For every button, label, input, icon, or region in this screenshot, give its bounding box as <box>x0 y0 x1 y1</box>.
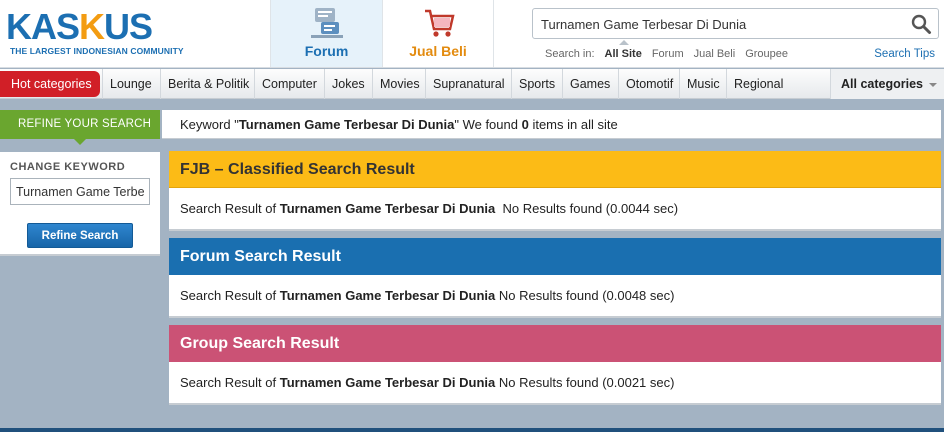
all-categories-label: All categories <box>841 77 923 91</box>
keyword-result-count: 0 <box>521 117 529 132</box>
kaskus-logo[interactable]: KASKUS THE LARGEST INDONESIAN COMMUNITY <box>6 8 186 60</box>
forum-icon <box>311 8 343 38</box>
keyword-summary-value: Turnamen Game Terbesar Di Dunia <box>238 117 455 132</box>
group-result-title: Group Search Result <box>169 325 941 362</box>
chevron-down-icon <box>928 82 937 87</box>
forum-result-body: Search Result of Turnamen Game Terbesar … <box>169 275 941 318</box>
category-sports[interactable]: Sports <box>511 69 562 99</box>
refine-search-button[interactable]: Refine Search <box>27 223 133 248</box>
all-categories-dropdown[interactable]: All categories <box>830 69 944 99</box>
search-scope: Search in: All Site Forum Jual Beli Groupee <box>545 48 798 60</box>
tab-jual-beli[interactable]: Jual Beli <box>382 0 494 67</box>
search-scope-all-site[interactable]: All Site <box>605 48 642 60</box>
forum-result-keyword: Turnamen Game Terbesar Di Dunia <box>279 288 496 303</box>
shopping-cart-icon <box>425 9 455 37</box>
site-search-input[interactable] <box>541 15 901 33</box>
category-games[interactable]: Games <box>562 69 617 99</box>
fjb-result-body: Search Result of Turnamen Game Terbesar … <box>169 188 941 231</box>
group-result-body: Search Result of Turnamen Game Terbesar … <box>169 362 941 405</box>
site-search-box <box>532 8 939 39</box>
keyword-summary: Keyword "Turnamen Game Terbesar Di Dunia… <box>162 110 941 139</box>
category-music[interactable]: Music <box>679 69 727 99</box>
footer-strip <box>0 428 944 432</box>
tab-jual-beli-label: Jual Beli <box>409 43 467 59</box>
change-keyword-panel: CHANGE KEYWORD Refine Search <box>0 152 160 256</box>
fjb-result-title: FJB – Classified Search Result <box>169 151 941 188</box>
group-result-keyword: Turnamen Game Terbesar Di Dunia <box>279 375 496 390</box>
search-tips-link[interactable]: Search Tips <box>874 48 935 60</box>
group-result-panel: Group Search Result Search Result of Tur… <box>169 325 941 405</box>
search-scope-forum[interactable]: Forum <box>652 48 684 60</box>
category-berita-politik[interactable]: Berita & Politik <box>160 69 256 99</box>
header: KASKUS THE LARGEST INDONESIAN COMMUNITY … <box>0 0 944 68</box>
category-bar: Hot categories Lounge Berita & Politik C… <box>0 69 944 99</box>
hot-categories[interactable]: Hot categories <box>0 71 100 97</box>
category-supranatural[interactable]: Supranatural <box>425 69 512 99</box>
category-computer[interactable]: Computer <box>254 69 324 99</box>
refine-your-search-tab: REFINE YOUR SEARCH <box>0 110 160 145</box>
search-icon[interactable] <box>910 13 932 35</box>
category-movies[interactable]: Movies <box>372 69 427 99</box>
search-in-label: Search in: <box>545 48 595 60</box>
logo-tagline: THE LARGEST INDONESIAN COMMUNITY <box>10 46 184 56</box>
change-keyword-input[interactable] <box>10 178 150 205</box>
search-scope-jual-beli[interactable]: Jual Beli <box>694 48 736 60</box>
change-keyword-title: CHANGE KEYWORD <box>10 161 126 173</box>
tab-forum-label: Forum <box>304 43 349 59</box>
fjb-result-keyword: Turnamen Game Terbesar Di Dunia <box>279 201 496 216</box>
category-regional[interactable]: Regional <box>726 69 790 99</box>
search-scope-caret <box>619 40 629 45</box>
forum-result-title: Forum Search Result <box>169 238 941 275</box>
fjb-result-panel: FJB – Classified Search Result Search Re… <box>169 151 941 231</box>
search-scope-groupee[interactable]: Groupee <box>745 48 788 60</box>
tab-forum[interactable]: Forum <box>270 0 382 67</box>
category-otomotif[interactable]: Otomotif <box>618 69 680 99</box>
category-lounge[interactable]: Lounge <box>102 69 159 99</box>
forum-result-panel: Forum Search Result Search Result of Tur… <box>169 238 941 318</box>
category-jokes[interactable]: Jokes <box>324 69 372 99</box>
logo-wordmark: KASKUS <box>6 6 153 47</box>
